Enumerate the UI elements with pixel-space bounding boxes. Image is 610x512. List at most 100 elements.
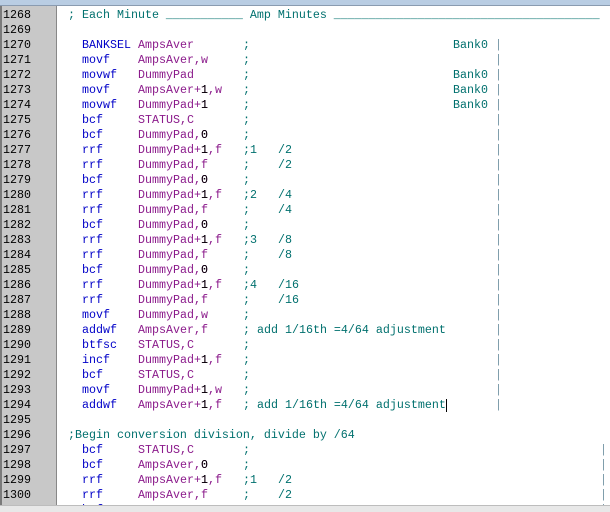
- column-bar: |: [495, 83, 502, 97]
- window-title-strip: [0, 0, 610, 6]
- mnemonic: bcf: [82, 443, 103, 457]
- column-bar: |: [495, 98, 502, 112]
- operand: DummyPad: [138, 68, 194, 82]
- operand: DummyPad+1,f: [138, 353, 222, 367]
- comment: ;: [243, 218, 250, 232]
- column-bar: |: [495, 278, 502, 292]
- line-number: 1286: [3, 278, 31, 292]
- code-line: 1275 bcf STATUS,C; |: [0, 113, 610, 128]
- column-bar: |: [495, 338, 502, 352]
- mnemonic: bcf: [82, 218, 103, 232]
- mnemonic: movwf: [82, 68, 117, 82]
- comment: ;: [243, 263, 250, 277]
- operand: DummyPad,f: [138, 248, 208, 262]
- bank-label: Bank0: [453, 83, 488, 97]
- mnemonic: bcf: [82, 368, 103, 382]
- code-line: 1271 movf AmpsAver,w; |: [0, 53, 610, 68]
- operand: STATUS,C: [138, 338, 194, 352]
- operand: DummyPad,0: [138, 263, 208, 277]
- operand: DummyPad,f: [138, 158, 208, 172]
- line-number: 1288: [3, 308, 31, 322]
- line-number: 1271: [3, 53, 31, 67]
- mnemonic: rrf: [82, 203, 103, 217]
- comment: ; add 1/16th =4/64 adjustment: [243, 323, 446, 337]
- column-bar: |: [495, 38, 502, 52]
- column-bar: |: [495, 323, 502, 337]
- mnemonic: bcf: [82, 173, 103, 187]
- operand: DummyPad+1,f: [138, 233, 222, 247]
- column-bar: |: [495, 203, 502, 217]
- line-number: 1298: [3, 458, 31, 472]
- operand: DummyPad+1,f: [138, 143, 222, 157]
- code-line: 1286 rrf DummyPad+1,f ;4 /16 | 1: [0, 278, 610, 293]
- code-line: 1272 movwf DummyPad; Bank0 |: [0, 68, 610, 83]
- column-bar: |: [495, 263, 502, 277]
- operand: STATUS,C: [138, 368, 194, 382]
- mnemonic: BANKSEL: [82, 38, 131, 52]
- column-bar: |: [600, 473, 607, 487]
- column-bar: |: [495, 173, 502, 187]
- code-line: 1282 bcf DummyPad,0; | 0: [0, 218, 610, 233]
- comment: ;: [243, 368, 250, 382]
- mnemonic: bcf: [82, 128, 103, 142]
- comment: ;: [243, 338, 250, 352]
- line-number: 1287: [3, 293, 31, 307]
- code-line: 1299 rrf AmpsAver+1,f ;1 /2 | 1: [0, 473, 610, 488]
- line-number: 1282: [3, 218, 31, 232]
- operand: AmpsAver,0: [138, 458, 208, 472]
- line-number: 1290: [3, 338, 31, 352]
- mnemonic: movf: [82, 83, 110, 97]
- mnemonic: addwf: [82, 323, 117, 337]
- line-number: 1280: [3, 188, 31, 202]
- code-line: 1288 movf DummyPad,w; |: [0, 308, 610, 323]
- operand: AmpsAver+1,f: [138, 473, 222, 487]
- line-number: 1300: [3, 488, 31, 502]
- line-number: 1274: [3, 98, 31, 112]
- line-number: 1283: [3, 233, 31, 247]
- column-bar: |: [495, 398, 502, 412]
- operand: DummyPad+1,f: [138, 188, 222, 202]
- mnemonic: bcf: [82, 458, 103, 472]
- column-bar: |: [495, 113, 502, 127]
- bank-label: Bank0: [453, 38, 488, 52]
- comment: ;1 /2: [243, 143, 292, 157]
- comment: ;: [243, 113, 250, 127]
- code-line: 1276 bcf DummyPad,0; | 0: [0, 128, 610, 143]
- mnemonic: rrf: [82, 473, 103, 487]
- code-line: 1268 ; Each Minute ___________ Amp Minute…: [0, 8, 610, 23]
- code-editor[interactable]: 1268 ; Each Minute ___________ Amp Minute…: [0, 8, 610, 505]
- operand: DummyPad,w: [138, 308, 208, 322]
- code-line: 1283 rrf DummyPad+1,f ;3 /8 | 1: [0, 233, 610, 248]
- comment: ;: [243, 98, 250, 112]
- comment: ;: [243, 458, 250, 472]
- comment: ;: [243, 308, 250, 322]
- line-number: 1273: [3, 83, 31, 97]
- mnemonic: bcf: [82, 263, 103, 277]
- mnemonic: movf: [82, 53, 110, 67]
- operand: AmpsAver,f: [138, 488, 208, 502]
- operand: STATUS,C: [138, 443, 194, 457]
- code-line: 1293 movf DummyPad+1,w; | 1: [0, 383, 610, 398]
- mnemonic: movf: [82, 308, 110, 322]
- comment: ;1 /2: [243, 473, 292, 487]
- line-number: 1279: [3, 173, 31, 187]
- operand: STATUS,C: [138, 113, 194, 127]
- mnemonic: incf: [82, 353, 110, 367]
- bank-label: Bank0: [453, 98, 488, 112]
- line-number: 1281: [3, 203, 31, 217]
- mnemonic: btfsc: [82, 338, 117, 352]
- line-number: 1293: [3, 383, 31, 397]
- column-bar: |: [495, 383, 502, 397]
- line-number: 1292: [3, 368, 31, 382]
- column-bar: |: [495, 218, 502, 232]
- mnemonic: rrf: [82, 158, 103, 172]
- column-bar: |: [495, 188, 502, 202]
- comment: ;: [243, 68, 250, 82]
- operand: DummyPad,0: [138, 218, 208, 232]
- operand: DummyPad,f: [138, 203, 208, 217]
- code-line: 1292 bcf STATUS,C; |: [0, 368, 610, 383]
- operand: DummyPad,f: [138, 293, 208, 307]
- text-cursor: [446, 399, 447, 412]
- comment: ;: [243, 83, 250, 97]
- mnemonic: rrf: [82, 278, 103, 292]
